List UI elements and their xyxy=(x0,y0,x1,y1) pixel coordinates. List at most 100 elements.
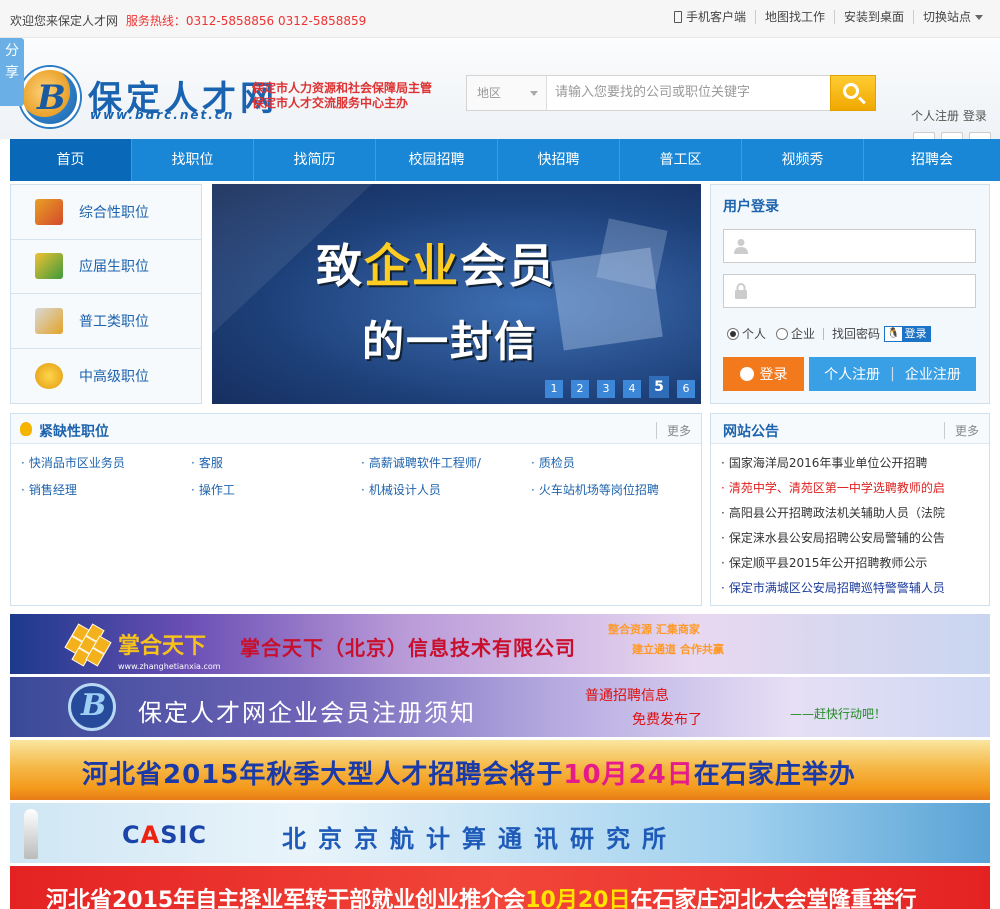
urgent-jobs-list: 快消品市区业务员 客服 高薪诚聘软件工程师/ 质检员 销售经理 操作工 机械设计… xyxy=(21,454,701,498)
job-link[interactable]: 快消品市区业务员 xyxy=(21,454,191,471)
site-notices-header: 网站公告 更多 xyxy=(711,414,989,444)
coins-icon xyxy=(35,362,63,389)
ad-banner-casic[interactable]: CASIC 北京京航计算通讯研究所 xyxy=(10,803,990,863)
password-field[interactable] xyxy=(723,274,976,308)
nav-quick-recruit[interactable]: 快招聘 xyxy=(498,139,620,181)
ad-banner-autumn-fair[interactable]: 河北省2015年秋季大型人才招聘会将于10月24日在石家庄举办 xyxy=(10,740,990,800)
radio-personal-label: 个人 xyxy=(742,327,767,341)
ad1-brand-name: 掌合天下 xyxy=(118,634,207,659)
ad2-logo-glyph: B xyxy=(81,688,107,723)
ad3-pre: 河北省2015年秋季大型人才招聘会将于 xyxy=(82,760,564,790)
ad-banner-veterans-fair[interactable]: 河北省2015年自主择业军转干部就业创业推介会10月20日在石家庄河北大会堂隆重… xyxy=(10,866,990,909)
ad-banner-zhanghe[interactable]: 掌合天下 www.zhanghetianxia.com 掌合天下（北京）信息技术有… xyxy=(10,614,990,674)
banner-slider[interactable]: 致企业会员 的一封信 1 2 3 4 5 6 xyxy=(212,184,701,404)
slider-dots: 1 2 3 4 5 6 xyxy=(545,376,695,398)
top-bar: 欢迎您来保定人才网 服务热线：0312-5858856 0312-5858859… xyxy=(0,0,1000,38)
main-nav: 首页 找职位 找简历 校园招聘 快招聘 普工区 视频秀 招聘会 xyxy=(10,139,1000,181)
ad5-pre: 河北省2015年自主择业军转干部就业创业推介会 xyxy=(46,888,526,909)
header-login-link[interactable]: 登录 xyxy=(963,109,987,123)
notice-item[interactable]: 清苑中学、清苑区第一中学选聘教师的启 xyxy=(721,479,983,504)
ad2-line1: 普通招聘信息 xyxy=(585,688,669,704)
radio-personal[interactable] xyxy=(727,327,739,340)
nav-video[interactable]: 视频秀 xyxy=(742,139,864,181)
notice-item[interactable]: 国家海洋局2016年事业单位公开招聘 xyxy=(721,454,983,479)
qq-icon: 🐧 xyxy=(887,328,900,339)
ad3-date: 10月24日 xyxy=(563,760,694,790)
search-button[interactable] xyxy=(830,75,876,111)
register-separator: | xyxy=(890,366,895,382)
ad-banner-member-notice[interactable]: B 保定人才网企业会员注册须知 普通招聘信息 免费发布了 ——赶快行动吧！ xyxy=(10,677,990,737)
slider-dot-6[interactable]: 6 xyxy=(677,380,695,398)
area-select-label: 地区 xyxy=(477,86,502,100)
switch-site-dropdown[interactable]: 切换站点 xyxy=(912,10,992,24)
chevron-down-icon xyxy=(975,14,983,20)
login-button[interactable]: 登录 xyxy=(723,357,804,391)
job-link[interactable]: 机械设计人员 xyxy=(361,481,531,498)
job-link[interactable]: 高薪诚聘软件工程师/ xyxy=(361,454,531,471)
slider-dot-2[interactable]: 2 xyxy=(571,380,589,398)
job-link[interactable]: 销售经理 xyxy=(21,481,191,498)
slider-dot-5[interactable]: 5 xyxy=(649,376,669,398)
notice-item[interactable]: 保定市满城区公安局招聘巡特警警辅人员 xyxy=(721,579,983,604)
site-notices-more[interactable]: 更多 xyxy=(943,422,979,439)
ad2-title: 保定人才网企业会员注册须知 xyxy=(138,699,476,727)
radio-company[interactable] xyxy=(776,327,789,340)
ad1-slogan-1: 整合资源 汇集商家 xyxy=(608,623,700,636)
notice-item[interactable]: 高阳县公开招聘政法机关辅助人员（法院 xyxy=(721,504,983,529)
map-job-link[interactable]: 地图找工作 xyxy=(754,10,834,24)
search-input[interactable]: 请输入您要找的公司或职位关键字 xyxy=(555,76,750,110)
nav-job-fair[interactable]: 招聘会 xyxy=(864,139,1000,181)
header-account-links: 个人注册 登录 xyxy=(911,107,987,124)
nav-general-worker[interactable]: 普工区 xyxy=(620,139,742,181)
banner-line1-post: 会员 xyxy=(460,239,556,293)
nav-campus[interactable]: 校园招聘 xyxy=(376,139,498,181)
mobile-client-link[interactable]: 手机客户端 xyxy=(665,10,755,24)
site-logo-icon[interactable]: B xyxy=(20,67,80,127)
graduate-icon xyxy=(35,253,63,280)
ad1-brand-url: www.zhanghetianxia.com xyxy=(118,662,221,671)
register-company-button[interactable]: 企业注册 xyxy=(905,364,961,384)
install-desktop-link[interactable]: 安装到桌面 xyxy=(833,10,913,24)
urgent-jobs-more[interactable]: 更多 xyxy=(655,422,691,439)
mobile-client-label: 手机客户端 xyxy=(685,10,746,24)
slider-dot-3[interactable]: 3 xyxy=(597,380,615,398)
lightbulb-icon xyxy=(20,422,32,436)
wrench-icon xyxy=(35,307,63,334)
slider-dot-1[interactable]: 1 xyxy=(545,380,563,398)
username-field[interactable] xyxy=(723,229,976,263)
category-graduate[interactable]: 应届生职位 xyxy=(11,239,201,294)
category-worker[interactable]: 普工类职位 xyxy=(11,294,201,349)
logo-glyph: B xyxy=(37,78,66,118)
category-general[interactable]: 综合性职位 xyxy=(11,185,201,240)
job-link[interactable]: 操作工 xyxy=(191,481,361,498)
divider xyxy=(823,327,825,340)
job-link[interactable]: 火车站机场等岗位招聘 xyxy=(531,481,701,498)
find-password-link[interactable]: 找回密码 xyxy=(832,325,880,342)
ad5-post: 在石家庄河北大会堂隆重举行 xyxy=(630,888,917,909)
ad5-date: 10月20日 xyxy=(525,888,631,909)
slider-dot-4[interactable]: 4 xyxy=(623,380,641,398)
header: B 保定人才网 www.bdrc.net.cn 保定市人力资源和社会保障局主管 … xyxy=(0,39,1000,154)
category-label: 中高级职位 xyxy=(79,368,149,385)
job-link[interactable]: 质检员 xyxy=(531,454,701,471)
nav-find-resume[interactable]: 找简历 xyxy=(254,139,376,181)
radio-company-label: 企业 xyxy=(791,327,816,341)
casic-logo-a: A xyxy=(140,821,161,849)
job-link[interactable]: 客服 xyxy=(191,454,361,471)
area-select[interactable]: 地区 xyxy=(467,76,547,110)
share-tab[interactable]: 分享 xyxy=(0,38,24,106)
hotline-numbers: 0312-5858856 0312-5858859 xyxy=(185,14,367,28)
category-label: 综合性职位 xyxy=(79,204,149,221)
nav-find-job[interactable]: 找职位 xyxy=(132,139,254,181)
register-personal-button[interactable]: 个人注册 xyxy=(824,364,880,384)
qq-login-label: 登录 xyxy=(901,326,930,341)
category-label: 应届生职位 xyxy=(79,259,149,276)
notice-item[interactable]: 保定顺平县2015年公开招聘教师公示 xyxy=(721,554,983,579)
organizer-text: 保定市人力资源和社会保障局主管 保定市人才交流服务中心主办 xyxy=(252,81,432,111)
banner-headline: 致企业会员 xyxy=(316,230,556,296)
qq-login-button[interactable]: 🐧 登录 xyxy=(884,325,931,342)
notice-item[interactable]: 保定涞水县公安局招聘公安局警辅的公告 xyxy=(721,529,983,554)
personal-register-link[interactable]: 个人注册 xyxy=(911,109,959,123)
category-senior[interactable]: 中高级职位 xyxy=(11,348,201,403)
nav-home[interactable]: 首页 xyxy=(10,139,132,181)
